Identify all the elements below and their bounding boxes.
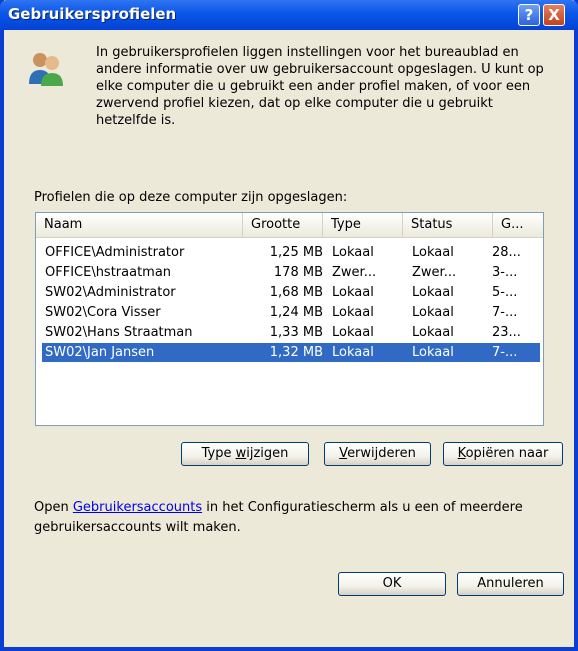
- dialog-window: Gebruikersprofielen ? X In gebruikerspro…: [0, 0, 578, 651]
- cell-grootte: 1,68 MB: [269, 285, 323, 300]
- cell-status: Lokaal: [412, 305, 454, 320]
- window-title: Gebruikersprofielen: [8, 5, 177, 23]
- list-row[interactable]: OFFICE\hstraatman 178 MB Zwer... Zwer...…: [42, 263, 540, 282]
- cell-grootte: 1,25 MB: [269, 245, 323, 260]
- list-row-selected[interactable]: SW02\Jan Jansen 1,32 MB Lokaal Lokaal 7-…: [42, 343, 540, 362]
- delete-label-accel: V: [339, 446, 348, 461]
- profiles-label: Profielen die op deze computer zijn opge…: [34, 190, 348, 205]
- delete-button[interactable]: Verwijderen: [324, 442, 431, 466]
- cell-naam: OFFICE\Administrator: [45, 245, 185, 260]
- title-bar[interactable]: Gebruikersprofielen ? X: [0, 0, 578, 30]
- cell-status: Lokaal: [412, 325, 454, 340]
- cell-status: Lokaal: [412, 285, 454, 300]
- cell-type: Lokaal: [332, 245, 374, 260]
- column-header-type[interactable]: Type: [323, 213, 403, 237]
- column-header-grootte[interactable]: Grootte: [243, 213, 323, 237]
- cell-status: Zwer...: [412, 265, 457, 280]
- column-header-naam[interactable]: Naam: [36, 213, 243, 237]
- copy-to-button[interactable]: Kopiëren naar: [443, 442, 563, 466]
- cancel-button[interactable]: Annuleren: [457, 572, 564, 596]
- column-header-status[interactable]: Status: [403, 213, 493, 237]
- copy-label-post: opiëren naar: [465, 446, 549, 461]
- cell-gewijzigd: 3-...: [492, 265, 518, 280]
- cell-gewijzigd: 7-...: [492, 345, 518, 360]
- help-button[interactable]: ?: [518, 4, 540, 26]
- delete-label-post: erwijderen: [347, 446, 416, 461]
- cell-grootte: 1,32 MB: [269, 345, 323, 360]
- ok-button[interactable]: OK: [338, 572, 446, 596]
- column-header-gewijzigd[interactable]: G...: [493, 213, 543, 237]
- cell-naam: SW02\Cora Visser: [45, 305, 161, 320]
- list-row[interactable]: OFFICE\Administrator 1,25 MB Lokaal Loka…: [42, 243, 540, 262]
- change-type-label-post: ijzigen: [246, 446, 289, 461]
- change-type-label-accel: w: [235, 446, 247, 461]
- list-row[interactable]: SW02\Cora Visser 1,24 MB Lokaal Lokaal 7…: [42, 303, 540, 322]
- cell-grootte: 178 MB: [273, 265, 323, 280]
- cell-gewijzigd: 5-...: [492, 285, 518, 300]
- close-button[interactable]: X: [543, 4, 565, 26]
- list-row[interactable]: SW02\Hans Straatman 1,33 MB Lokaal Lokaa…: [42, 323, 540, 342]
- cell-status: Lokaal: [412, 245, 454, 260]
- intro-text: In gebruikersprofielen liggen instelling…: [96, 45, 544, 128]
- cell-gewijzigd: 7-...: [492, 305, 518, 320]
- footer-text: Open Gebruikersaccounts in het Configura…: [34, 498, 544, 538]
- change-type-button[interactable]: Type wijzigen: [181, 442, 309, 466]
- cell-type: Lokaal: [332, 305, 374, 320]
- cell-gewijzigd: 28...: [492, 245, 521, 260]
- cell-naam: SW02\Jan Jansen: [45, 345, 155, 360]
- cell-grootte: 1,24 MB: [269, 305, 323, 320]
- cell-naam: SW02\Hans Straatman: [45, 325, 193, 340]
- list-row[interactable]: SW02\Administrator 1,68 MB Lokaal Lokaal…: [42, 283, 540, 302]
- change-type-label-pre: Type: [201, 446, 236, 461]
- list-header: Naam Grootte Type Status G...: [36, 213, 543, 238]
- users-icon: [29, 53, 63, 86]
- cell-type: Lokaal: [332, 325, 374, 340]
- profiles-list[interactable]: Naam Grootte Type Status G... OFFICE\Adm…: [35, 212, 544, 426]
- footer-text-pre: Open: [34, 500, 73, 515]
- user-accounts-link[interactable]: Gebruikersaccounts: [73, 500, 202, 515]
- cell-grootte: 1,33 MB: [269, 325, 323, 340]
- cell-naam: OFFICE\hstraatman: [45, 265, 172, 280]
- cell-type: Lokaal: [332, 345, 374, 360]
- cell-type: Zwer...: [332, 265, 377, 280]
- cell-gewijzigd: 23...: [492, 325, 521, 340]
- cell-type: Lokaal: [332, 285, 374, 300]
- cell-naam: SW02\Administrator: [45, 285, 176, 300]
- cell-status: Lokaal: [412, 345, 454, 360]
- copy-label-accel: K: [457, 446, 466, 461]
